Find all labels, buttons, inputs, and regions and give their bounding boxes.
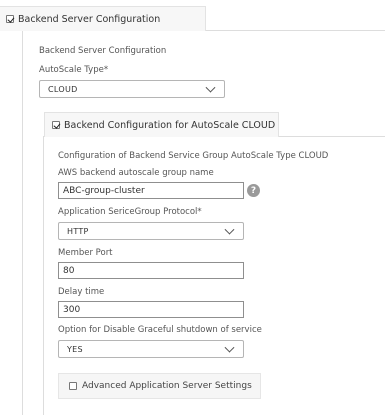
chevron-down-icon: [224, 342, 235, 353]
member-port-value: 80: [63, 265, 75, 276]
backend-server-config-heading: Backend Server Configuration: [39, 46, 167, 56]
autoscale-type-select[interactable]: CLOUD: [39, 80, 225, 98]
graceful-shutdown-label: Option for Disable Graceful shutdown of …: [58, 325, 262, 335]
advanced-settings-toggle[interactable]: Advanced Application Server Settings: [58, 373, 261, 399]
checkbox-checked-icon[interactable]: [6, 15, 14, 23]
aws-group-input[interactable]: ABC-group-cluster: [58, 182, 244, 199]
checkbox-unchecked-icon[interactable]: [69, 382, 77, 390]
delay-time-value: 300: [63, 304, 81, 315]
backend-server-config-toggle[interactable]: Backend Server Configuration: [0, 6, 206, 31]
help-icon-glyph: ?: [250, 185, 257, 196]
protocol-label: Application SericeGroup Protocol*: [58, 207, 202, 217]
backend-server-config-legend-label: Backend Server Configuration: [18, 13, 161, 25]
cloud-config-heading: Configuration of Backend Service Group A…: [58, 151, 329, 161]
cloud-config-legend-label: Backend Configuration for AutoScale CLOU…: [64, 119, 276, 131]
chevron-down-icon: [224, 224, 235, 235]
aws-group-value: ABC-group-cluster: [63, 185, 145, 196]
autoscale-type-value: CLOUD: [48, 84, 78, 94]
protocol-value: HTTP: [67, 226, 89, 236]
checkbox-checked-icon[interactable]: [52, 121, 60, 129]
autoscale-type-label: AutoScale Type*: [39, 65, 109, 75]
delay-time-label: Delay time: [58, 287, 105, 297]
delay-time-input[interactable]: 300: [58, 301, 244, 318]
member-port-input[interactable]: 80: [58, 262, 244, 279]
cloud-config-toggle[interactable]: Backend Configuration for AutoScale CLOU…: [44, 112, 279, 137]
help-icon[interactable]: ?: [247, 184, 260, 197]
protocol-select[interactable]: HTTP: [58, 222, 244, 240]
chevron-down-icon: [205, 82, 216, 93]
graceful-shutdown-value: YES: [67, 344, 83, 354]
advanced-settings-label: Advanced Application Server Settings: [82, 381, 252, 391]
aws-group-label: AWS backend autoscale group name: [58, 168, 214, 178]
graceful-shutdown-select[interactable]: YES: [58, 340, 244, 358]
member-port-label: Member Port: [58, 248, 113, 258]
